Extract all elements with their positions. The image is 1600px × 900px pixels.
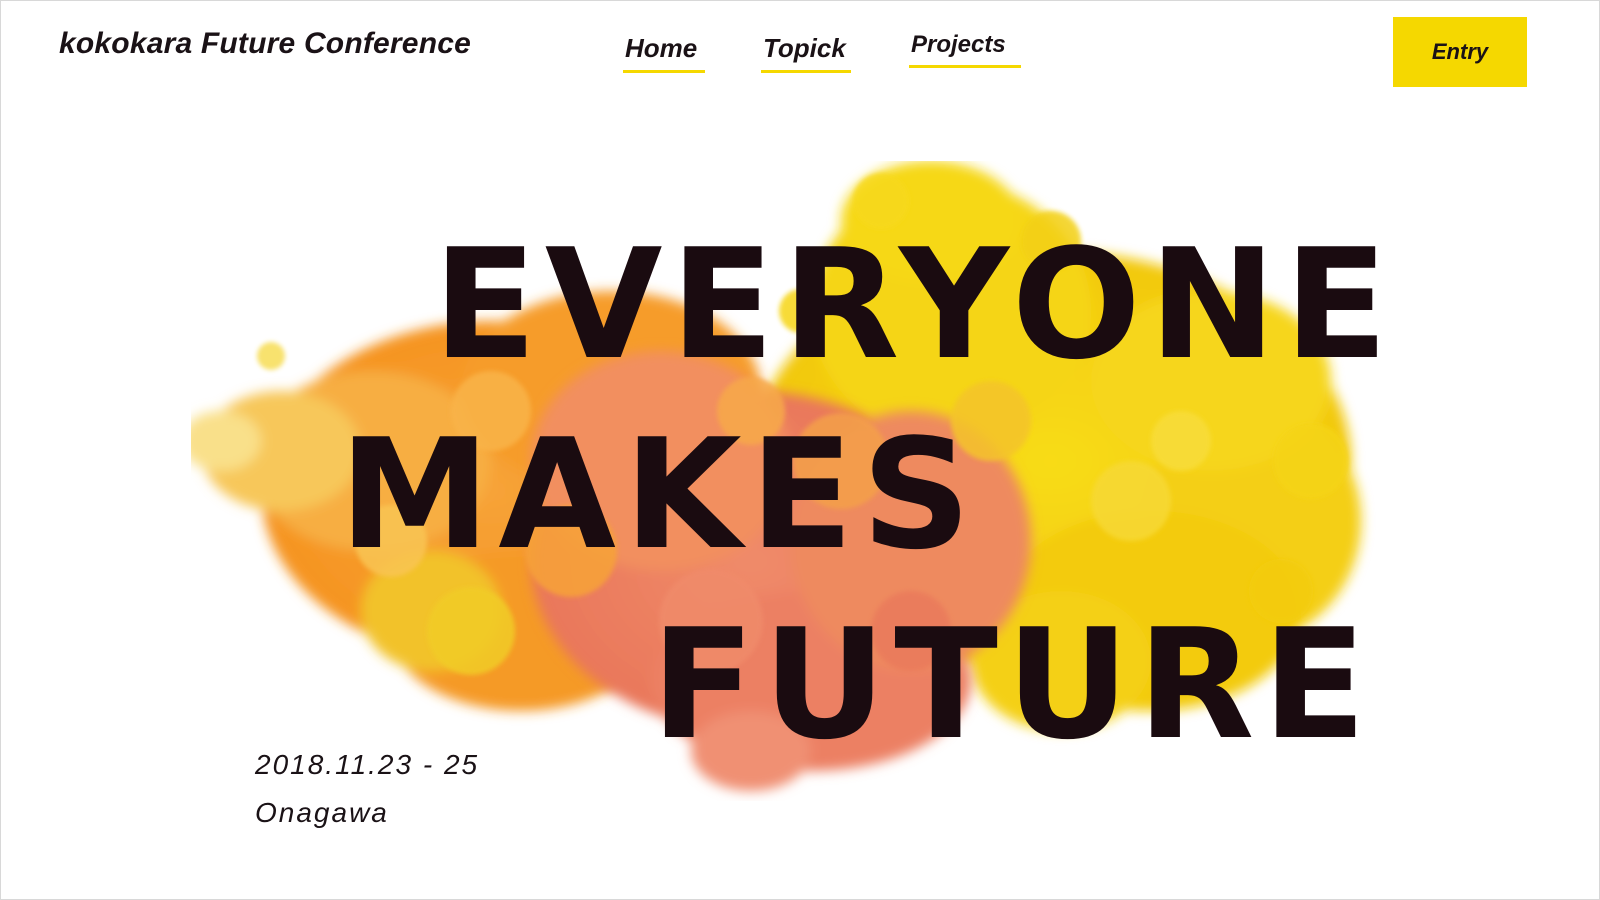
event-location: Onagawa — [255, 797, 389, 828]
site-brand-logo[interactable]: kokokara Future Conference — [59, 27, 471, 61]
headline-line-3: FUTURE — [651, 596, 1375, 773]
nav-link-home[interactable]: Home — [623, 33, 705, 73]
headline-line-1: EVERYONE — [433, 216, 1396, 393]
nav-link-projects[interactable]: Projects — [909, 31, 1021, 68]
entry-button[interactable]: Entry — [1393, 17, 1527, 87]
headline-line-2: MAKES — [339, 406, 979, 583]
nav-link-topick[interactable]: Topick — [761, 33, 851, 73]
event-date: 2018.11.23 - 25 — [255, 749, 480, 780]
landing-page: kokokara Future Conference Home Topick P… — [0, 0, 1600, 900]
